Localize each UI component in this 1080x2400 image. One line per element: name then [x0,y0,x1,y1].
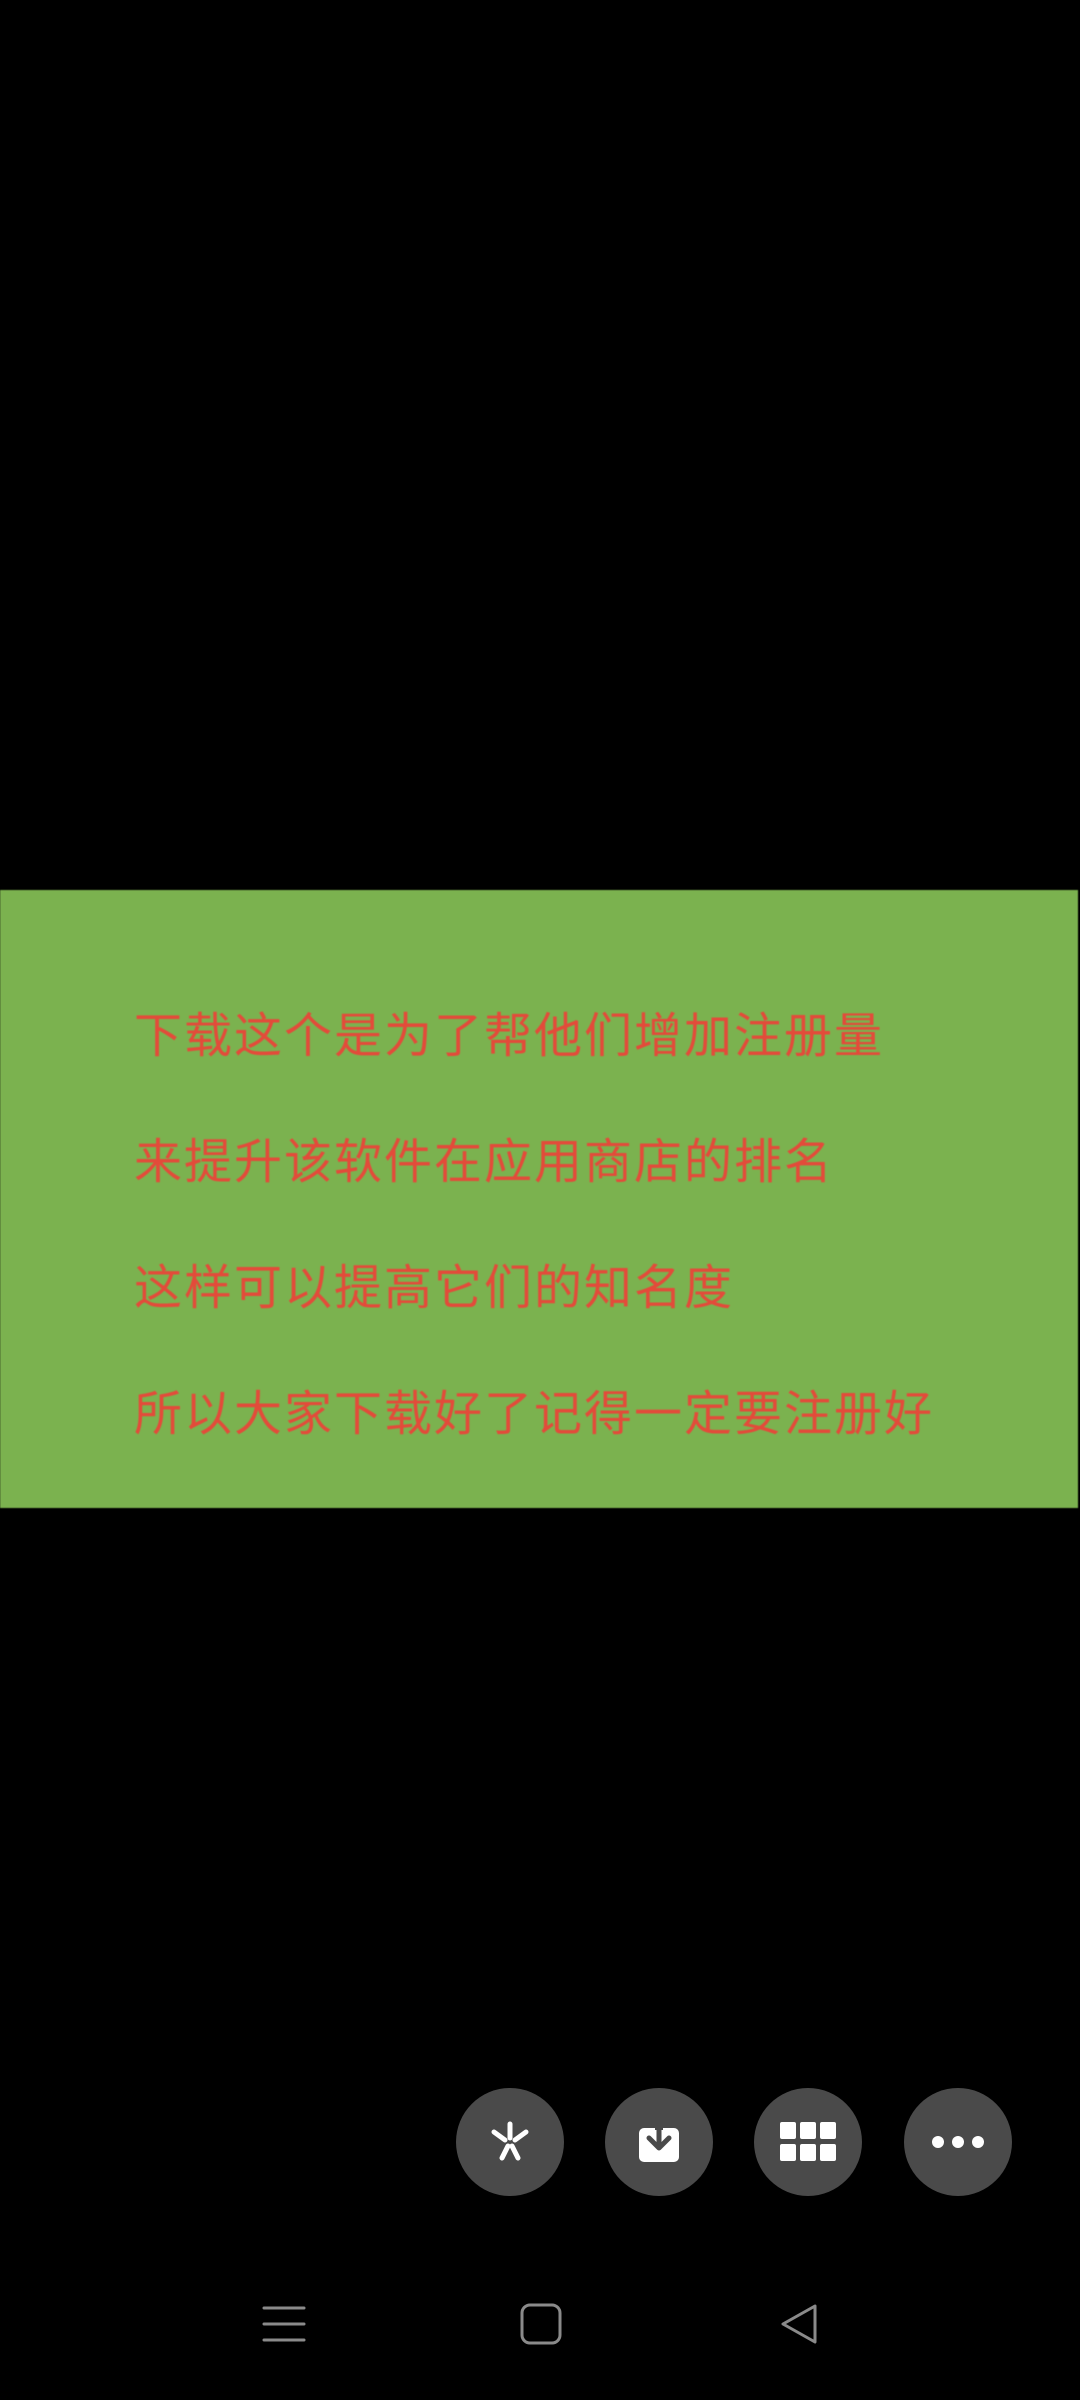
download-icon [633,2116,685,2168]
caption-line-4: 所以大家下载好了记得一定要注册好 [134,1386,935,1442]
home-button[interactable] [507,2292,575,2360]
system-nav-bar [0,2270,1080,2382]
displayed-image[interactable]: 下载这个是为了帮他们增加注册量 来提升该软件在应用商店的排名 这样可以提高它们的… [0,890,1078,1508]
grid-button[interactable] [754,2088,862,2196]
image-viewer: 下载这个是为了帮他们增加注册量 来提升该软件在应用商店的排名 这样可以提高它们的… [0,0,1080,2400]
caption-line-1: 下载这个是为了帮他们增加注册量 [134,1008,885,1064]
download-button[interactable] [605,2088,713,2196]
sparkle-button[interactable] [456,2088,564,2196]
caption-line-3: 这样可以提高它们的知名度 [134,1260,735,1316]
image-action-bar [0,2088,1080,2196]
back-button[interactable] [765,2292,833,2360]
more-icon [931,2135,985,2149]
more-button[interactable] [904,2088,1012,2196]
back-icon [777,2302,821,2350]
home-icon [519,2302,563,2350]
grid-icon [780,2122,836,2162]
caption-line-2: 来提升该软件在应用商店的排名 [134,1134,835,1190]
recents-button[interactable] [250,2292,318,2360]
sparkle-icon [484,2116,536,2168]
menu-icon [262,2302,306,2350]
